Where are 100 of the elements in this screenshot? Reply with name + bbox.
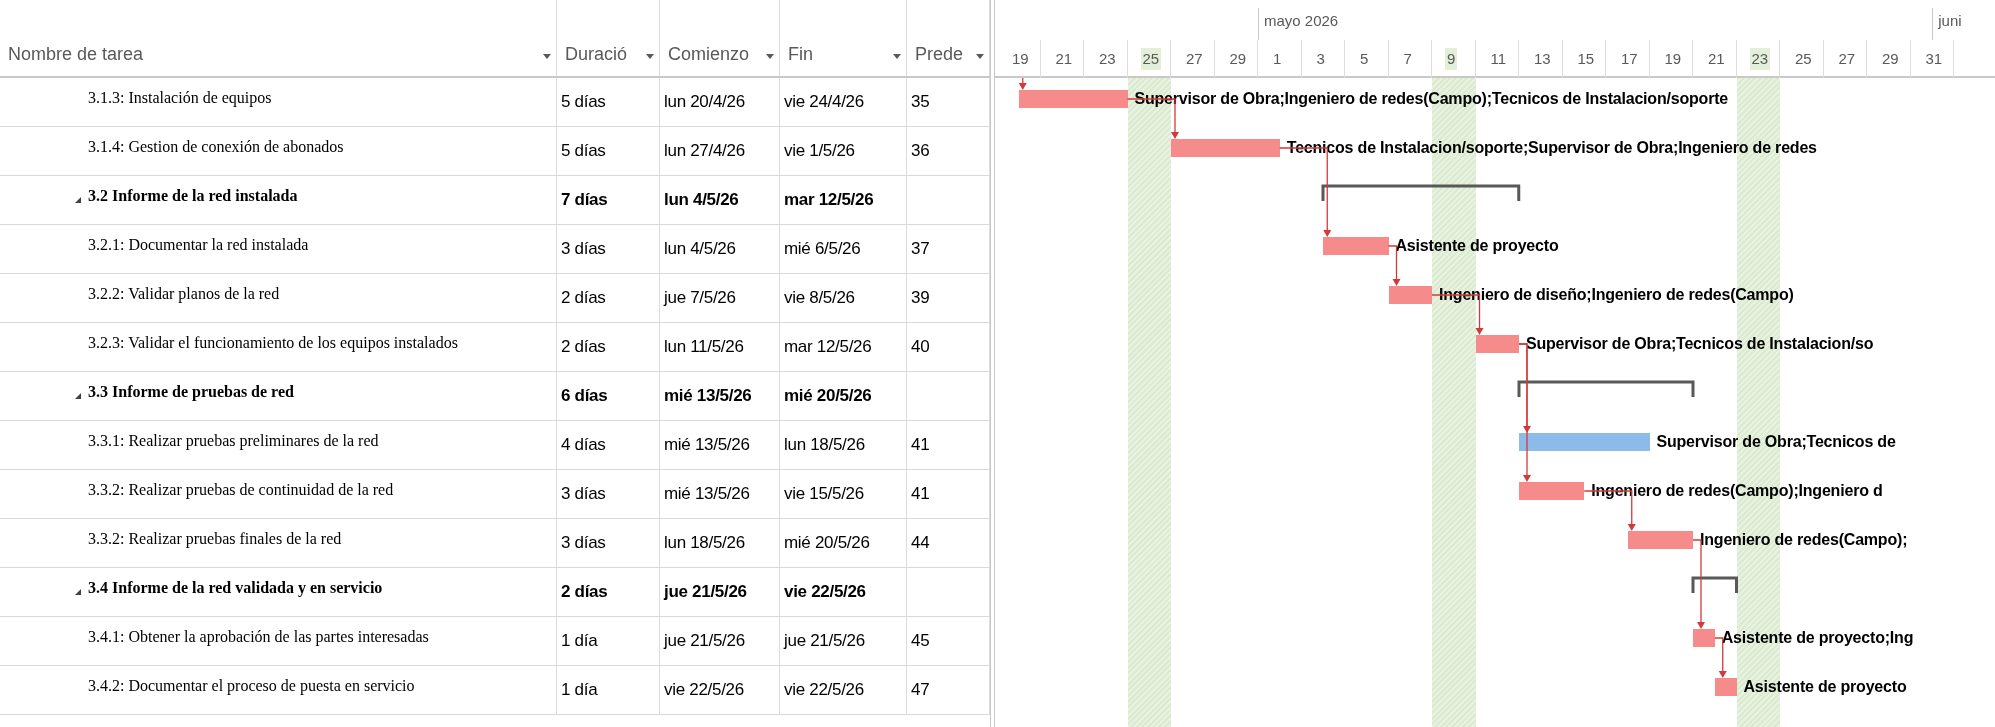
table-cell-text: vie 22/5/26: [784, 679, 864, 702]
table-cell-text: 4 días: [561, 434, 606, 457]
table-cell-text: mar 12/5/26: [784, 336, 872, 359]
resource-label: Supervisor de Obra;Ingeniero de redes(Campo);Tecnicos de Instalacion/soporte: [1134, 89, 1729, 109]
dropdown-icon[interactable]: [975, 52, 985, 60]
table-cell-text: mié 20/5/26: [784, 532, 870, 555]
day-label: 13: [1533, 48, 1552, 69]
table-cell-text: 7 días: [561, 189, 608, 212]
table-cell-text: 3 días: [561, 483, 606, 506]
table-cell-text: jue 21/5/26: [784, 630, 865, 653]
day-label: 25: [1140, 47, 1162, 71]
dropdown-icon[interactable]: [645, 52, 655, 60]
task-name: 3.3.1: Realizar pruebas preliminares de la red: [88, 431, 379, 452]
resource-label: Supervisor de Obra;Tecnicos de: [1656, 432, 1896, 452]
summary-task-name: 3.3 Informe de pruebas de red: [88, 382, 294, 403]
column-header[interactable]: Nombre de tarea: [0, 0, 557, 76]
table-cell-text: 37: [911, 238, 930, 261]
resource-label: Ingeniero de redes(Campo);Ingeniero d: [1591, 481, 1883, 501]
table-cell-text: mié 13/5/26: [664, 483, 750, 506]
dropdown-icon[interactable]: [542, 52, 552, 60]
day-label: 5: [1359, 48, 1370, 69]
column-header[interactable]: Prede: [907, 0, 990, 76]
table-cell-text: 1 día: [561, 630, 598, 653]
task-name: 3.1.3: Instalación de equipos: [88, 88, 272, 109]
collapse-triangle-icon[interactable]: [74, 588, 82, 596]
table-cell-text: 41: [911, 483, 930, 506]
day-label: 19: [1011, 48, 1030, 69]
table-cell-text: mié 13/5/26: [664, 434, 750, 457]
table-cell-text: 44: [911, 532, 930, 555]
resource-label: Supervisor de Obra;Tecnicos de Instalacion/so: [1526, 334, 1874, 354]
day-label: 23: [1098, 48, 1117, 69]
column-header[interactable]: Duració: [557, 0, 660, 76]
table-cell-text: 35: [911, 91, 930, 114]
collapse-triangle-icon[interactable]: [74, 196, 82, 204]
table-cell-text: 41: [911, 434, 930, 457]
table-cell-text: mié 6/5/26: [784, 238, 861, 261]
day-label: 27: [1837, 48, 1857, 69]
task-name: 3.1.4: Gestion de conexión de abonados: [88, 137, 344, 157]
month-label: juni: [1938, 11, 1962, 31]
day-label: 27: [1185, 48, 1204, 69]
table-cell-text: vie 22/5/26: [784, 581, 866, 604]
table-cell-text: mié 20/5/26: [784, 385, 872, 408]
table-cell-text: vie 8/5/26: [784, 287, 855, 310]
table-cell-text: 40: [911, 336, 930, 359]
table-cell-text: lun 18/5/26: [784, 434, 865, 457]
table-cell-text: 5 días: [561, 91, 606, 114]
table-cell-text: vie 22/5/26: [664, 679, 744, 702]
day-label: 15: [1576, 48, 1596, 69]
critical-task-bar[interactable]: [1714, 678, 1737, 696]
table-cell-text: 2 días: [561, 581, 608, 604]
day-label: 21: [1707, 48, 1726, 69]
day-label: 3: [1315, 48, 1326, 69]
table-cell-text: lun 11/5/26: [664, 336, 744, 359]
day-label: 9: [1445, 47, 1458, 71]
dropdown-icon[interactable]: [892, 52, 902, 60]
summary-task-name: 3.4 Informe de la red validada y en servicio: [88, 578, 383, 599]
table-cell-text: lun 20/4/26: [664, 91, 745, 114]
day-label: 31: [1924, 48, 1944, 69]
day-label: 29: [1228, 48, 1248, 69]
table-cell-text: 47: [911, 679, 930, 702]
table-cell-text: 1 día: [561, 679, 598, 702]
task-name: 3.4.2: Documentar el proceso de puesta en servicio: [88, 676, 415, 697]
day-label: 19: [1663, 48, 1683, 69]
resource-label: Asistente de proyecto: [1395, 236, 1559, 256]
summary-task-name: 3.2 Informe de la red instalada: [88, 186, 298, 206]
task-name: 3.2.1: Documentar la red instalada: [88, 235, 309, 255]
column-header[interactable]: Fin: [780, 0, 907, 76]
critical-task-bar[interactable]: [1388, 286, 1432, 304]
table-cell-text: vie 15/5/26: [784, 483, 864, 506]
resource-label: Asistente de proyecto;Ing: [1721, 628, 1914, 648]
dropdown-icon[interactable]: [765, 52, 775, 60]
day-label: 7: [1402, 48, 1413, 69]
column-header[interactable]: Comienzo: [660, 0, 780, 76]
critical-task-bar[interactable]: [1475, 335, 1519, 353]
table-cell-text: 2 días: [561, 336, 606, 359]
table-cell-text: mié 13/5/26: [664, 385, 752, 408]
table-cell-text: 3 días: [561, 532, 606, 555]
table-cell-text: lun 18/5/26: [664, 532, 745, 555]
table-cell-text: jue 21/5/26: [664, 630, 745, 653]
table-cell-text: 2 días: [561, 287, 606, 310]
table-cell-text: 39: [911, 287, 930, 310]
resource-label: Ingeniero de diseño;Ingeniero de redes(Campo): [1439, 285, 1794, 305]
day-label: 29: [1881, 48, 1900, 69]
summary-bar: [1691, 576, 1739, 594]
table-cell-text: 3 días: [561, 238, 606, 261]
dependency-arrow: [1018, 78, 1027, 90]
month-label: mayo 2026: [1264, 11, 1339, 31]
day-label: 11: [1489, 48, 1508, 69]
table-cell-text: lun 4/5/26: [664, 189, 739, 212]
table-cell-text: jue 21/5/26: [664, 581, 747, 604]
day-label: 25: [1794, 48, 1813, 69]
day-label: 1: [1272, 48, 1283, 69]
collapse-triangle-icon[interactable]: [74, 392, 82, 400]
task-name: 3.4.1: Obtener la aprobación de las partes interesadas: [88, 627, 429, 648]
resource-label: Asistente de proyecto: [1743, 677, 1907, 697]
table-cell-text: 45: [911, 630, 930, 653]
table-cell-text: vie 1/5/26: [784, 140, 855, 163]
day-label: 23: [1749, 47, 1771, 71]
table-cell-text: 36: [911, 140, 930, 163]
table-cell-text: lun 27/4/26: [664, 140, 745, 163]
